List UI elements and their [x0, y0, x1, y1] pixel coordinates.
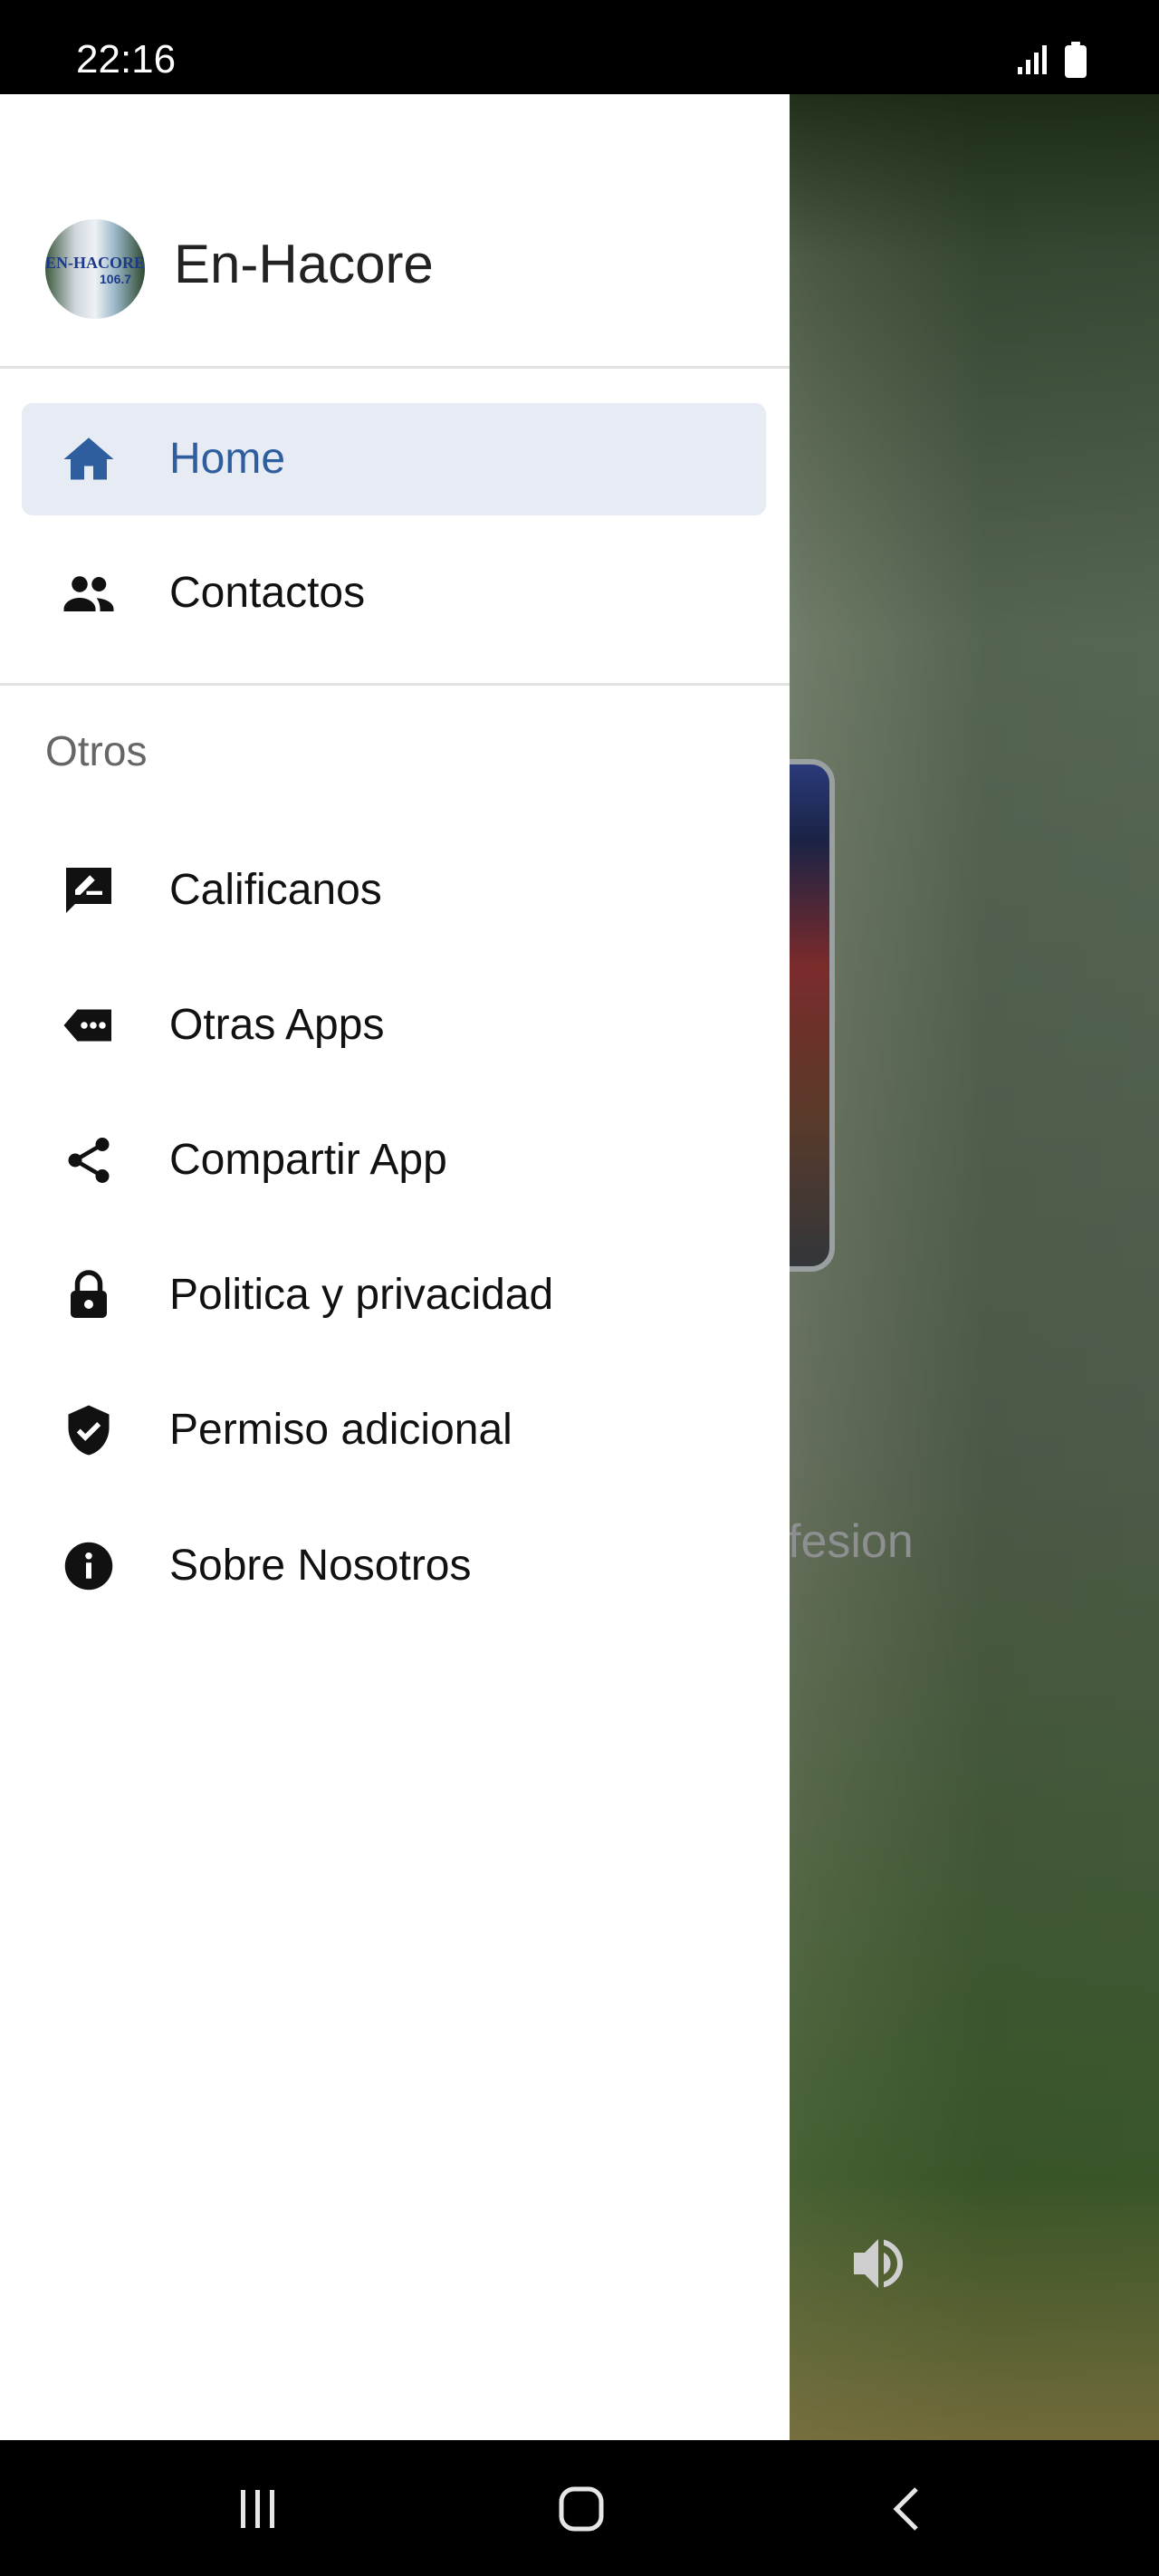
home-icon — [63, 437, 114, 480]
drawer-item-label: Calificanos — [169, 866, 382, 914]
waterfall-image — [790, 94, 1159, 2440]
drawer-item-label: Politica y privacidad — [169, 1271, 554, 1319]
lock-icon — [71, 1270, 107, 1318]
status-bar: 22:16 — [0, 0, 1159, 94]
drawer-item-permiso[interactable]: Permiso adicional — [22, 1374, 766, 1486]
people-icon — [63, 576, 114, 611]
drawer-divider — [0, 683, 790, 686]
drawer-item-label: Home — [169, 435, 286, 483]
recent-apps-icon[interactable] — [237, 2488, 279, 2530]
app-logo: EN-HACORE 106.7 — [45, 219, 145, 319]
navigation-drawer: EN-HACORE 106.7 En-Hacore Home Contactos… — [0, 94, 790, 2440]
status-icons — [1018, 42, 1087, 78]
drawer-item-calificanos[interactable]: Calificanos — [22, 834, 766, 947]
rate-review-icon — [66, 868, 111, 913]
drawer-item-home[interactable]: Home — [22, 403, 766, 515]
drawer-item-politica[interactable]: Politica y privacidad — [22, 1239, 766, 1351]
drawer-item-contactos[interactable]: Contactos — [22, 537, 766, 649]
drawer-item-label: Contactos — [169, 569, 366, 617]
drawer-item-label: Permiso adicional — [169, 1406, 512, 1454]
more-apps-icon — [63, 1009, 111, 1042]
verified-shield-icon — [68, 1405, 110, 1456]
background-text: fesion — [788, 1515, 914, 1568]
signal-icon — [1018, 45, 1047, 74]
drawer-item-compartir-app[interactable]: Compartir App — [22, 1104, 766, 1216]
info-icon — [64, 1542, 113, 1591]
drawer-item-otras-apps[interactable]: Otras Apps — [22, 969, 766, 1081]
status-time: 22:16 — [76, 37, 177, 82]
battery-icon — [1065, 42, 1087, 78]
drawer-item-label: Sobre Nosotros — [169, 1542, 472, 1590]
logo-subtext: 106.7 — [100, 272, 132, 286]
system-nav-bar — [0, 2440, 1159, 2576]
drawer-item-sobre-nosotros[interactable]: Sobre Nosotros — [22, 1510, 766, 1622]
drawer-item-label: Otras Apps — [169, 1001, 385, 1049]
home-button-icon[interactable] — [558, 2485, 605, 2533]
drawer-item-label: Compartir App — [169, 1136, 447, 1184]
volume-icon — [854, 2239, 903, 2288]
logo-text: EN-HACORE — [45, 254, 145, 272]
section-title: Otros — [45, 727, 148, 774]
drawer-header: EN-HACORE 106.7 En-Hacore — [0, 94, 790, 369]
back-icon[interactable] — [887, 2485, 924, 2533]
share-icon — [68, 1138, 110, 1183]
app-title: En-Hacore — [174, 234, 434, 294]
